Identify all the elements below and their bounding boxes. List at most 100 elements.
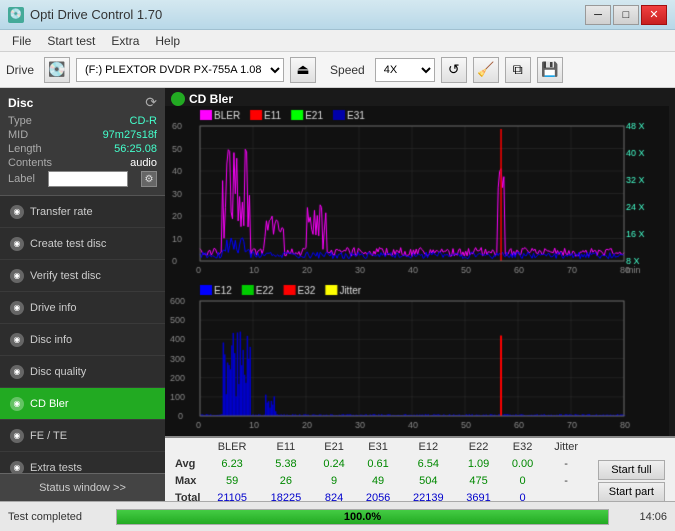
window-controls: ─ □ ✕: [585, 5, 667, 25]
col-e21: E21: [314, 440, 354, 454]
type-label: Type: [8, 115, 32, 127]
app-title: Opti Drive Control 1.70: [30, 7, 162, 22]
avg-e31: 0.61: [356, 456, 400, 471]
minimize-button[interactable]: ─: [585, 5, 611, 25]
max-jitter: -: [544, 473, 587, 488]
bottom-chart-container: [165, 281, 675, 436]
avg-e11: 5.38: [260, 456, 312, 471]
menu-bar: File Start test Extra Help: [0, 30, 675, 52]
sidebar-item-create-test-disc[interactable]: ◉ Create test disc: [0, 228, 165, 260]
max-e31: 49: [356, 473, 400, 488]
max-e21: 9: [314, 473, 354, 488]
total-e22: 3691: [456, 491, 500, 501]
start-part-button[interactable]: Start part: [598, 482, 665, 501]
disc-info-icon: ◉: [10, 333, 24, 347]
data-area: BLER E11 E21 E31 E12 E22 E32 Jitter Avg: [165, 436, 675, 501]
table-row-avg: Avg 6.23 5.38 0.24 0.61 6.54 1.09 0.00 -…: [167, 456, 673, 471]
sidebar-item-label: Transfer rate: [30, 206, 93, 218]
chart-header: CD Bler: [165, 88, 675, 106]
eraser-button[interactable]: 🧹: [473, 57, 499, 83]
speed-select[interactable]: 4X8X12X16XMax: [375, 58, 435, 82]
max-e32: 0: [503, 473, 543, 488]
sidebar-item-transfer-rate[interactable]: ◉ Transfer rate: [0, 196, 165, 228]
avg-e32: 0.00: [503, 456, 543, 471]
status-window-button[interactable]: Status window >>: [0, 473, 165, 501]
sidebar-item-verify-test-disc[interactable]: ◉ Verify test disc: [0, 260, 165, 292]
eject-button[interactable]: ⏏: [290, 57, 316, 83]
disc-refresh-icon[interactable]: ⟳: [145, 94, 157, 111]
contents-label: Contents: [8, 157, 52, 169]
main-layout: Disc ⟳ Type CD-R MID 97m27s18f Length 56…: [0, 88, 675, 501]
col-jitter: Jitter: [544, 440, 587, 454]
save-button[interactable]: 💾: [537, 57, 563, 83]
sidebar-nav: ◉ Transfer rate ◉ Create test disc ◉ Ver…: [0, 196, 165, 473]
sidebar-item-cd-bler[interactable]: ◉ CD Bler: [0, 388, 165, 420]
drive-select[interactable]: (F:) PLEXTOR DVDR PX-755A 1.08: [76, 58, 284, 82]
create-test-disc-icon: ◉: [10, 237, 24, 251]
avg-label: Avg: [167, 456, 204, 471]
drive-info-icon: ◉: [10, 301, 24, 315]
label-settings-icon[interactable]: ⚙: [141, 171, 157, 187]
sidebar-item-drive-info[interactable]: ◉ Drive info: [0, 292, 165, 324]
total-e21: 824: [314, 491, 354, 501]
max-e22: 475: [456, 473, 500, 488]
sidebar: Disc ⟳ Type CD-R MID 97m27s18f Length 56…: [0, 88, 165, 501]
sidebar-item-label: FE / TE: [30, 430, 67, 442]
sidebar-item-label: Drive info: [30, 302, 76, 314]
disc-quality-icon: ◉: [10, 365, 24, 379]
status-bar: Test completed 100.0% 14:06: [0, 501, 675, 531]
top-chart-container: [165, 106, 675, 281]
title-bar: 💿 Opti Drive Control 1.70 ─ □ ✕: [0, 0, 675, 30]
sidebar-item-extra-tests[interactable]: ◉ Extra tests: [0, 452, 165, 473]
bottom-chart: [165, 281, 669, 436]
col-e31: E31: [356, 440, 400, 454]
status-text: Test completed: [8, 511, 108, 523]
menu-file[interactable]: File: [4, 32, 39, 50]
avg-e22: 1.09: [456, 456, 500, 471]
main-content: CD Bler BLER E11 E21 E31 E12: [165, 88, 675, 501]
total-jitter: [544, 491, 587, 501]
refresh-button[interactable]: ↺: [441, 57, 467, 83]
elapsed-time: 14:06: [617, 511, 667, 523]
close-button[interactable]: ✕: [641, 5, 667, 25]
drive-label: Drive: [6, 63, 34, 77]
fe-te-icon: ◉: [10, 429, 24, 443]
start-full-button[interactable]: Start full: [598, 460, 665, 480]
max-e11: 26: [260, 473, 312, 488]
sidebar-item-fe-te[interactable]: ◉ FE / TE: [0, 420, 165, 452]
avg-e12: 6.54: [402, 456, 454, 471]
label-input[interactable]: [48, 171, 128, 187]
total-e12: 22139: [402, 491, 454, 501]
menu-start-test[interactable]: Start test: [39, 32, 103, 50]
length-label: Length: [8, 143, 42, 155]
menu-extra[interactable]: Extra: [103, 32, 147, 50]
status-window-label: Status window >>: [39, 482, 126, 494]
sidebar-item-label: Extra tests: [30, 462, 82, 474]
drive-icon: 💽: [44, 57, 70, 83]
sidebar-item-disc-info[interactable]: ◉ Disc info: [0, 324, 165, 356]
label-key: Label: [8, 173, 35, 185]
avg-jitter: -: [544, 456, 587, 471]
total-bler: 21105: [206, 491, 257, 501]
sidebar-item-label: Disc info: [30, 334, 72, 346]
maximize-button[interactable]: □: [613, 5, 639, 25]
col-bler: BLER: [206, 440, 257, 454]
cd-bler-icon: ◉: [10, 397, 24, 411]
top-chart: [165, 106, 669, 281]
copy-button[interactable]: ⧉: [505, 57, 531, 83]
col-e22: E22: [456, 440, 500, 454]
transfer-rate-icon: ◉: [10, 205, 24, 219]
menu-help[interactable]: Help: [147, 32, 188, 50]
col-e12: E12: [402, 440, 454, 454]
sidebar-item-disc-quality[interactable]: ◉ Disc quality: [0, 356, 165, 388]
progress-label: 100.0%: [117, 510, 608, 524]
speed-label: Speed: [330, 63, 365, 77]
results-table: BLER E11 E21 E31 E12 E22 E32 Jitter Avg: [165, 438, 675, 501]
type-value: CD-R: [130, 115, 158, 127]
cd-bler-chart-icon: [171, 92, 185, 106]
progress-bar-container: 100.0%: [116, 509, 609, 525]
disc-panel: Disc ⟳ Type CD-R MID 97m27s18f Length 56…: [0, 88, 165, 196]
disc-section-title: Disc: [8, 96, 33, 110]
chart-title: CD Bler: [189, 92, 233, 106]
extra-tests-icon: ◉: [10, 461, 24, 474]
